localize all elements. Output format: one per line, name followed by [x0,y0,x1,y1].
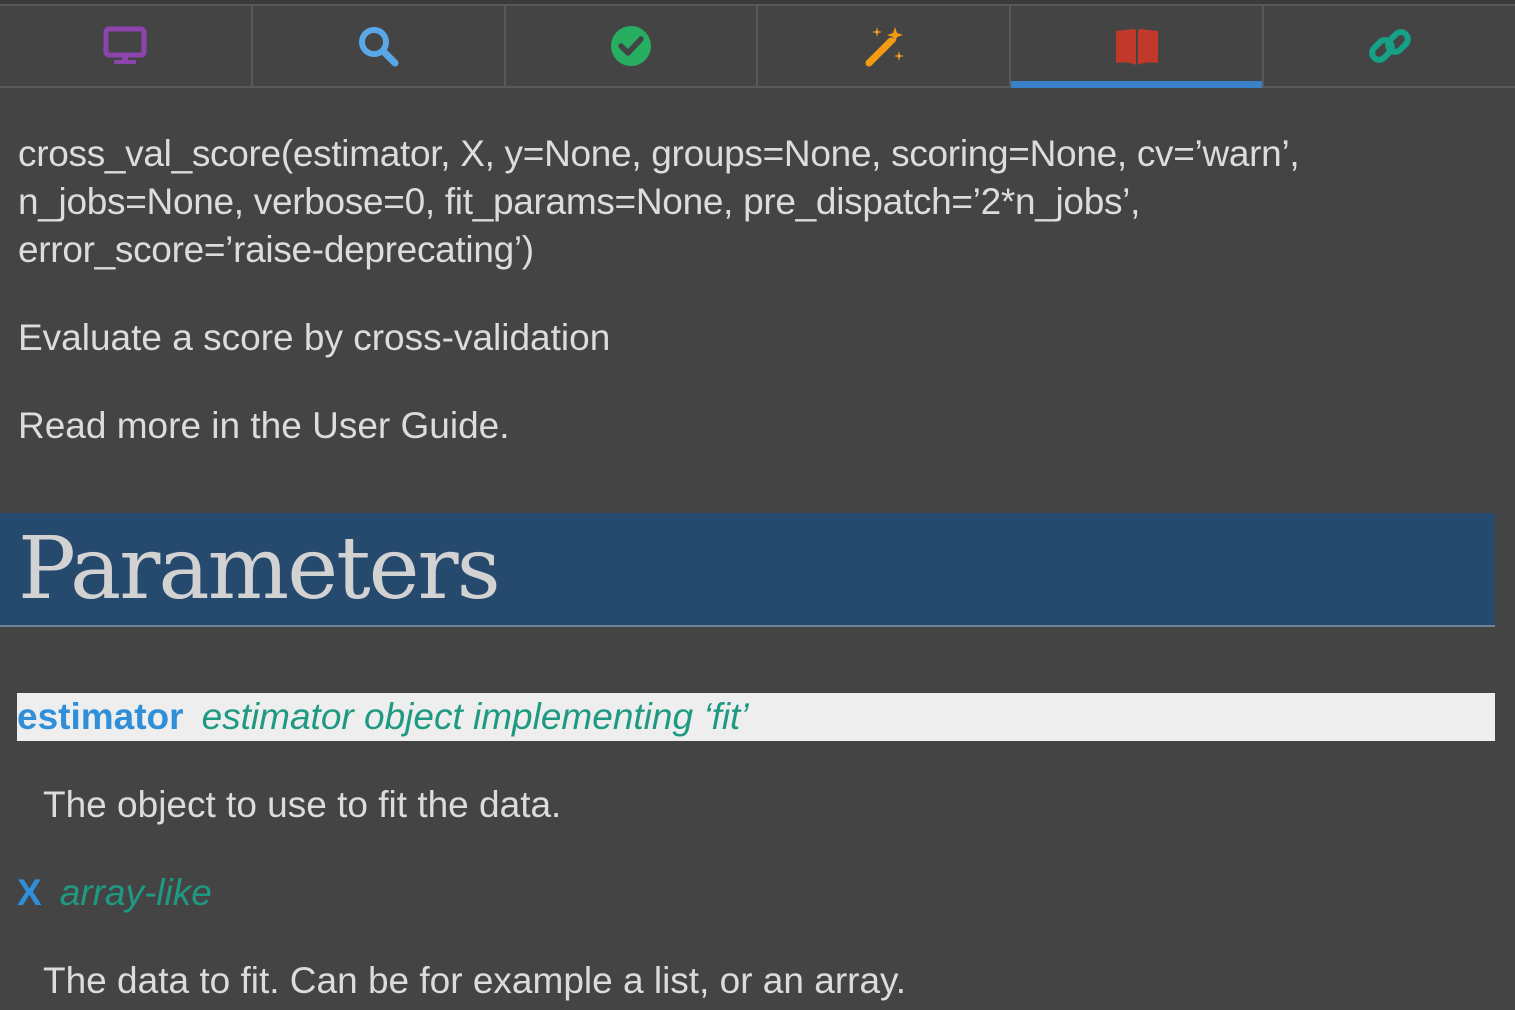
param-x: Xarray-like [17,869,1495,917]
param-description: The data to fit. Can be for example a li… [43,960,907,1001]
parameters-section-header: Parameters [0,513,1495,627]
tab-magic[interactable] [758,6,1012,86]
signature-line: n_jobs=None, verbose=0, fit_params=None,… [18,181,1141,222]
magic-wand-icon [865,27,904,67]
tab-search[interactable] [253,6,506,86]
search-icon [359,27,399,67]
signature-line: error_score=’raise-deprecating’) [18,229,534,270]
signature-line: cross_val_score(estimator, X, y=None, gr… [18,133,1300,174]
user-guide-text: Read more in the User Guide. [18,405,510,446]
tab-docs[interactable] [1011,6,1265,88]
monitor-icon [103,26,147,64]
param-estimator: estimator estimator object implementing ‘… [17,693,1495,741]
tab-display[interactable] [0,6,253,86]
section-title: Parameters [18,519,501,619]
check-circle-icon [611,26,652,66]
link-icon [1368,29,1411,63]
tab-bar [0,6,1515,88]
param-name: X [17,872,42,913]
book-icon [1115,29,1158,65]
tab-check[interactable] [506,6,759,86]
tab-link[interactable] [1264,6,1515,86]
param-type: array-like [59,872,212,913]
function-summary: Evaluate a score by cross-validation [18,317,611,358]
param-description: The object to use to fit the data. [43,784,562,825]
param-name: estimator [17,696,184,737]
param-type: estimator object implementing ‘fit’ [201,696,749,737]
function-signature: cross_val_score(estimator, X, y=None, gr… [18,130,1488,274]
